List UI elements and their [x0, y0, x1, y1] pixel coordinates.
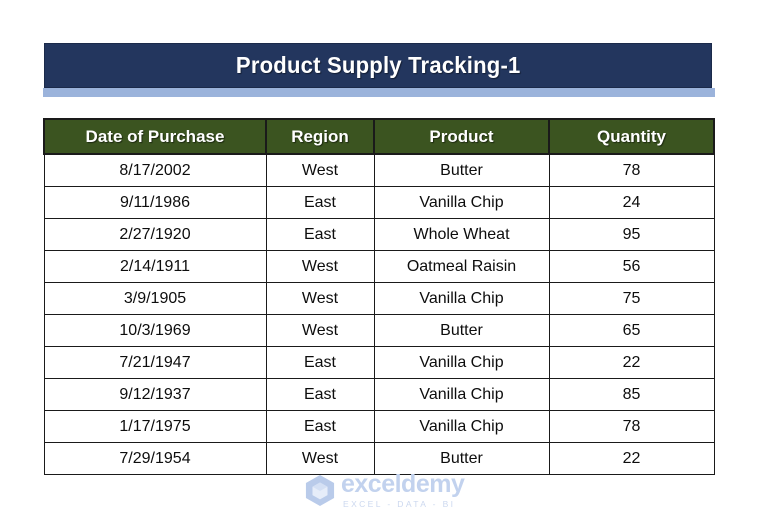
table-row: 3/9/1905 West Vanilla Chip 75: [43, 282, 715, 315]
cell-date[interactable]: 7/29/1954: [43, 442, 267, 475]
title-banner: Product Supply Tracking-1: [44, 43, 712, 88]
title-underbar-accent: [43, 88, 715, 97]
cell-date[interactable]: 10/3/1969: [43, 314, 267, 347]
cell-date[interactable]: 8/17/2002: [43, 153, 267, 187]
watermark-text-block: exceldemy EXCEL - DATA - BI: [341, 470, 465, 509]
cell-quantity[interactable]: 65: [548, 314, 715, 347]
cell-product[interactable]: Oatmeal Raisin: [373, 250, 550, 283]
column-header-quantity[interactable]: Quantity: [548, 118, 715, 155]
cell-product[interactable]: Butter: [373, 153, 550, 187]
cell-product[interactable]: Vanilla Chip: [373, 346, 550, 379]
table-row: 8/17/2002 West Butter 78: [43, 153, 715, 187]
cell-product[interactable]: Vanilla Chip: [373, 378, 550, 411]
column-header-date-of-purchase[interactable]: Date of Purchase: [43, 118, 267, 155]
cell-region[interactable]: East: [265, 346, 375, 379]
table-row: 10/3/1969 West Butter 65: [43, 314, 715, 347]
exceldemy-watermark: exceldemy EXCEL - DATA - BI: [305, 470, 465, 509]
watermark-wordmark: exceldemy: [341, 470, 465, 498]
table-row: 2/27/1920 East Whole Wheat 95: [43, 218, 715, 251]
table-header-row: Date of Purchase Region Product Quantity: [43, 118, 715, 155]
cube-logo-icon: [305, 475, 335, 507]
cell-quantity[interactable]: 78: [548, 410, 715, 443]
cell-quantity[interactable]: 75: [548, 282, 715, 315]
column-header-product[interactable]: Product: [373, 118, 550, 155]
cell-region[interactable]: East: [265, 186, 375, 219]
cell-date[interactable]: 1/17/1975: [43, 410, 267, 443]
cell-date[interactable]: 9/12/1937: [43, 378, 267, 411]
product-supply-table: Date of Purchase Region Product Quantity…: [43, 118, 715, 475]
cell-region[interactable]: West: [265, 153, 375, 187]
cell-date[interactable]: 9/11/1986: [43, 186, 267, 219]
cell-product[interactable]: Vanilla Chip: [373, 186, 550, 219]
column-header-region[interactable]: Region: [265, 118, 375, 155]
cell-quantity[interactable]: 85: [548, 378, 715, 411]
cell-region[interactable]: West: [265, 314, 375, 347]
table-row: 9/11/1986 East Vanilla Chip 24: [43, 186, 715, 219]
cell-quantity[interactable]: 22: [548, 346, 715, 379]
table-row: 9/12/1937 East Vanilla Chip 85: [43, 378, 715, 411]
page-title: Product Supply Tracking-1: [235, 52, 521, 78]
table-row: 2/14/1911 West Oatmeal Raisin 56: [43, 250, 715, 283]
cell-quantity[interactable]: 56: [548, 250, 715, 283]
cell-date[interactable]: 2/14/1911: [43, 250, 267, 283]
cell-region[interactable]: East: [265, 410, 375, 443]
cell-quantity[interactable]: 22: [548, 442, 715, 475]
cell-quantity[interactable]: 95: [548, 218, 715, 251]
table-row: 1/17/1975 East Vanilla Chip 78: [43, 410, 715, 443]
cell-date[interactable]: 3/9/1905: [43, 282, 267, 315]
cell-region[interactable]: West: [265, 282, 375, 315]
cell-product[interactable]: Whole Wheat: [373, 218, 550, 251]
cell-region[interactable]: East: [265, 218, 375, 251]
title-banner-container: Product Supply Tracking-1: [43, 43, 715, 97]
cell-date[interactable]: 2/27/1920: [43, 218, 267, 251]
cell-product[interactable]: Vanilla Chip: [373, 282, 550, 315]
cell-region[interactable]: East: [265, 378, 375, 411]
cell-quantity[interactable]: 24: [548, 186, 715, 219]
cell-product[interactable]: Butter: [373, 314, 550, 347]
cell-quantity[interactable]: 78: [548, 153, 715, 187]
table-row: 7/21/1947 East Vanilla Chip 22: [43, 346, 715, 379]
cell-region[interactable]: West: [265, 250, 375, 283]
data-table-container: Date of Purchase Region Product Quantity…: [43, 118, 715, 475]
cell-product[interactable]: Vanilla Chip: [373, 410, 550, 443]
watermark-tagline: EXCEL - DATA - BI: [343, 499, 456, 509]
cell-date[interactable]: 7/21/1947: [43, 346, 267, 379]
